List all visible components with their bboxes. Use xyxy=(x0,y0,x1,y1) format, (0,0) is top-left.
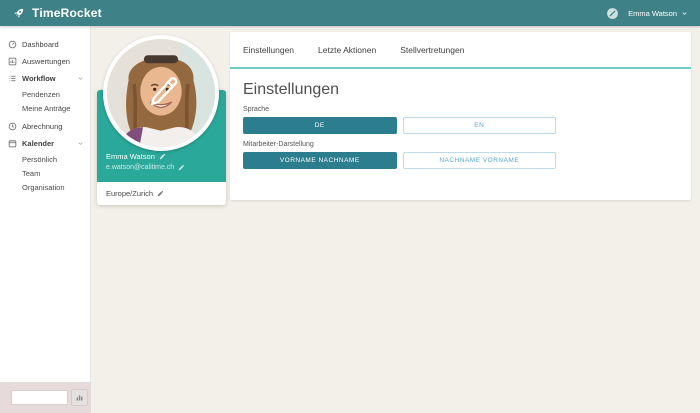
sidebar-item-label: Kalender xyxy=(22,139,55,148)
sidebar-subitem-meine-antraege[interactable]: Meine Anträge xyxy=(0,101,90,115)
search-input[interactable] xyxy=(11,390,68,405)
profile-timezone: Europe/Zurich xyxy=(106,189,154,198)
sidebar-subitem-persoenlich[interactable]: Persönlich xyxy=(0,152,90,166)
sidebar-item-label: Abrechnung xyxy=(22,122,63,131)
calendar-icon xyxy=(8,139,17,148)
edit-name-icon[interactable] xyxy=(159,153,166,160)
sidebar-search-widget xyxy=(0,382,91,413)
language-options: DE EN xyxy=(243,117,556,134)
sidebar-item-label: Dashboard xyxy=(22,40,59,49)
display-options: VORNAME NACHNAME NACHNAME VORNAME xyxy=(243,152,556,169)
search-chart-button[interactable] xyxy=(71,389,88,406)
user-menu[interactable]: Emma Watson xyxy=(628,9,688,18)
sidebar-item-dashboard[interactable]: Dashboard xyxy=(0,36,90,53)
language-option-de-button[interactable]: DE xyxy=(243,117,397,134)
tab-bar: Einstellungen Letzte Aktionen Stellvertr… xyxy=(230,32,691,69)
bar-chart-icon xyxy=(76,395,83,401)
rocket-icon xyxy=(12,6,26,20)
sidebar-subitem-pendenzen[interactable]: Pendenzen xyxy=(0,87,90,101)
chevron-down-icon[interactable] xyxy=(77,140,84,147)
profile-name: Emma Watson xyxy=(106,152,155,161)
chevron-down-icon[interactable] xyxy=(77,75,84,82)
avatar[interactable] xyxy=(103,35,219,151)
app-logo[interactable]: TimeRocket xyxy=(12,6,102,20)
display-option-vorname-nachname-button[interactable]: VORNAME NACHNAME xyxy=(243,152,397,169)
clock-icon xyxy=(8,122,17,131)
tab-einstellungen[interactable]: Einstellungen xyxy=(243,45,294,55)
sidebar-item-label: Workflow xyxy=(22,74,56,83)
chart-icon xyxy=(8,57,17,66)
tab-letzte-aktionen[interactable]: Letzte Aktionen xyxy=(318,45,376,55)
sidebar-item-workflow[interactable]: Workflow xyxy=(0,70,90,87)
sidebar-item-abrechnung[interactable]: Abrechnung xyxy=(0,118,90,135)
app-header: TimeRocket Emma Watson xyxy=(0,0,700,26)
sidebar: Dashboard Auswertungen Workflow Pendenze… xyxy=(0,26,91,413)
tab-stellvertretungen[interactable]: Stellvertretungen xyxy=(400,45,464,55)
app-title: TimeRocket xyxy=(32,6,102,20)
header-circle-icon[interactable] xyxy=(606,7,619,20)
sidebar-item-label: Auswertungen xyxy=(22,57,70,66)
sidebar-item-auswertungen[interactable]: Auswertungen xyxy=(0,53,90,70)
gauge-icon xyxy=(8,40,17,49)
language-option-en-button[interactable]: EN xyxy=(402,117,556,134)
settings-card: Einstellungen Letzte Aktionen Stellvertr… xyxy=(230,32,691,200)
profile-email: e.watson@calitime.ch xyxy=(106,164,175,171)
language-label: Sprache xyxy=(243,106,270,113)
sidebar-subitem-organisation[interactable]: Organisation xyxy=(0,180,90,194)
display-label: Mitarbeiter-Darstellung xyxy=(243,141,314,148)
edit-timezone-icon[interactable] xyxy=(157,190,164,197)
edit-avatar-icon[interactable] xyxy=(145,71,185,111)
list-icon xyxy=(8,74,17,83)
sidebar-subitem-team[interactable]: Team xyxy=(0,166,90,180)
edit-email-icon[interactable] xyxy=(178,164,185,171)
user-name: Emma Watson xyxy=(628,8,677,18)
display-option-nachname-vorname-button[interactable]: NACHNAME VORNAME xyxy=(402,152,556,169)
page-title: Einstellungen xyxy=(243,81,340,98)
sidebar-item-kalender[interactable]: Kalender xyxy=(0,135,90,152)
chevron-down-icon xyxy=(681,10,688,17)
profile-card: Emma Watson e.watson@calitime.ch Europe/… xyxy=(97,35,226,205)
